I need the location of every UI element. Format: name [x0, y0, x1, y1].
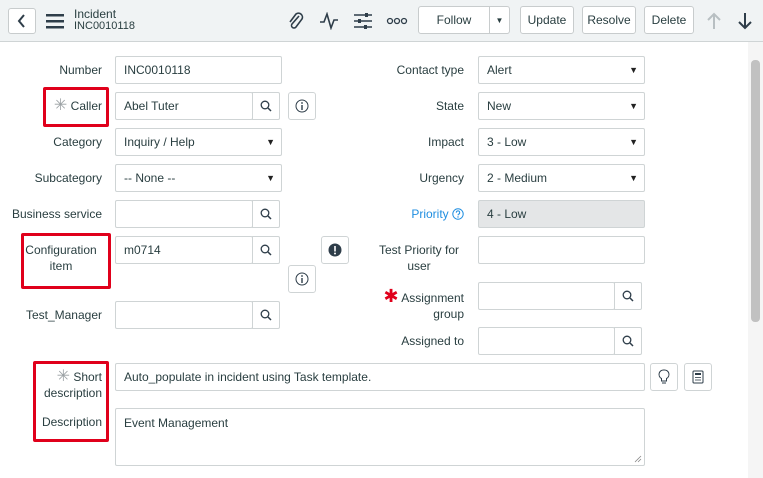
- settings-sliders-icon[interactable]: [352, 10, 374, 32]
- state-select[interactable]: New ▼: [478, 92, 645, 120]
- category-select[interactable]: Inquiry / Help ▼: [115, 128, 282, 156]
- arrow-up-icon[interactable]: [703, 10, 725, 32]
- impact-select[interactable]: 3 - Low ▼: [478, 128, 645, 156]
- template-button[interactable]: [684, 363, 712, 391]
- search-icon: [260, 100, 272, 112]
- caller-lookup-button[interactable]: [252, 92, 280, 120]
- configuration-item-highlight-box: [21, 233, 111, 289]
- caret-down-icon: ▼: [266, 173, 275, 183]
- caller-info-button[interactable]: [288, 92, 316, 120]
- business-service-label: Business service: [11, 207, 102, 221]
- paperclip-icon[interactable]: [285, 10, 307, 32]
- priority-label[interactable]: Priority: [374, 206, 464, 222]
- assignment-group-lookup-button[interactable]: [614, 282, 642, 310]
- subcategory-select[interactable]: -- None -- ▼: [115, 164, 282, 192]
- search-icon: [260, 208, 272, 220]
- back-button[interactable]: [8, 8, 36, 34]
- follow-dropdown-button[interactable]: ▼: [489, 6, 510, 34]
- assigned-to-label: Assigned to: [401, 334, 464, 348]
- search-icon: [260, 309, 272, 321]
- caret-down-icon: ▼: [629, 173, 638, 183]
- resize-handle-icon[interactable]: [634, 455, 642, 463]
- configuration-item-info-button[interactable]: [288, 265, 316, 293]
- test-manager-field[interactable]: [115, 301, 253, 329]
- template-icon: [692, 370, 704, 384]
- hamburger-menu-icon[interactable]: [44, 12, 66, 30]
- state-label: State: [435, 99, 464, 113]
- assignment-group-field[interactable]: [478, 282, 615, 310]
- assignment-group-label: ✱ Assignment group: [383, 286, 464, 321]
- record-type-title: Incident: [74, 7, 117, 21]
- search-icon: [622, 335, 634, 347]
- caller-highlight-box: [43, 87, 109, 127]
- follow-button[interactable]: Follow: [418, 6, 490, 34]
- configuration-item-field[interactable]: m0714: [115, 236, 253, 264]
- mandatory-star-icon: ✱: [383, 286, 399, 306]
- delete-button[interactable]: Delete: [644, 6, 694, 34]
- contact-type-label: Contact type: [396, 63, 464, 77]
- test-manager-label: Test_Manager: [25, 308, 102, 322]
- business-service-field[interactable]: [115, 200, 253, 228]
- configuration-item-warning-button[interactable]: [321, 236, 349, 264]
- caret-down-icon: ▼: [495, 15, 504, 25]
- exclamation-icon: [328, 243, 342, 257]
- number-field[interactable]: INC0010118: [115, 56, 282, 84]
- configuration-item-lookup-button[interactable]: [252, 236, 280, 264]
- business-service-lookup-button[interactable]: [252, 200, 280, 228]
- category-label: Category: [53, 135, 102, 149]
- short-description-field[interactable]: Auto_populate in incident using Task tem…: [115, 363, 645, 391]
- assigned-to-lookup-button[interactable]: [614, 327, 642, 355]
- help-icon: [452, 208, 464, 220]
- description-textarea[interactable]: Event Management: [115, 408, 645, 466]
- caller-field[interactable]: Abel Tuter: [115, 92, 253, 120]
- arrow-down-icon[interactable]: [734, 10, 756, 32]
- update-button[interactable]: Update: [520, 6, 574, 34]
- caret-down-icon: ▼: [629, 101, 638, 111]
- caret-down-icon: ▼: [629, 137, 638, 147]
- subcategory-label: Subcategory: [34, 171, 102, 185]
- more-options-icon[interactable]: [385, 12, 409, 30]
- caret-down-icon: ▼: [266, 137, 275, 147]
- test-manager-lookup-button[interactable]: [252, 301, 280, 329]
- lightbulb-icon: [658, 369, 670, 384]
- urgency-label: Urgency: [419, 171, 464, 185]
- record-number-title: INC0010118: [74, 20, 135, 32]
- description-highlight-box: [33, 361, 109, 442]
- test-priority-user-label: Test Priority for user: [378, 243, 459, 273]
- activity-icon[interactable]: [318, 10, 340, 32]
- search-icon: [622, 290, 634, 302]
- resolve-button[interactable]: Resolve: [582, 6, 636, 34]
- scrollbar-thumb[interactable]: [751, 60, 760, 322]
- suggestion-button[interactable]: [650, 363, 678, 391]
- search-icon: [260, 244, 272, 256]
- info-icon: [295, 99, 309, 113]
- priority-field: 4 - Low: [478, 200, 645, 228]
- number-label: Number: [59, 63, 102, 77]
- urgency-select[interactable]: 2 - Medium ▼: [478, 164, 645, 192]
- assigned-to-field[interactable]: [478, 327, 615, 355]
- impact-label: Impact: [427, 135, 464, 149]
- chevron-left-icon: [17, 14, 25, 28]
- info-icon: [295, 272, 309, 286]
- form-header: Incident INC0010118 Follow ▼ Update Reso…: [0, 0, 763, 42]
- test-priority-user-field[interactable]: [478, 236, 645, 264]
- caret-down-icon: ▼: [629, 65, 638, 75]
- contact-type-select[interactable]: Alert ▼: [478, 56, 645, 84]
